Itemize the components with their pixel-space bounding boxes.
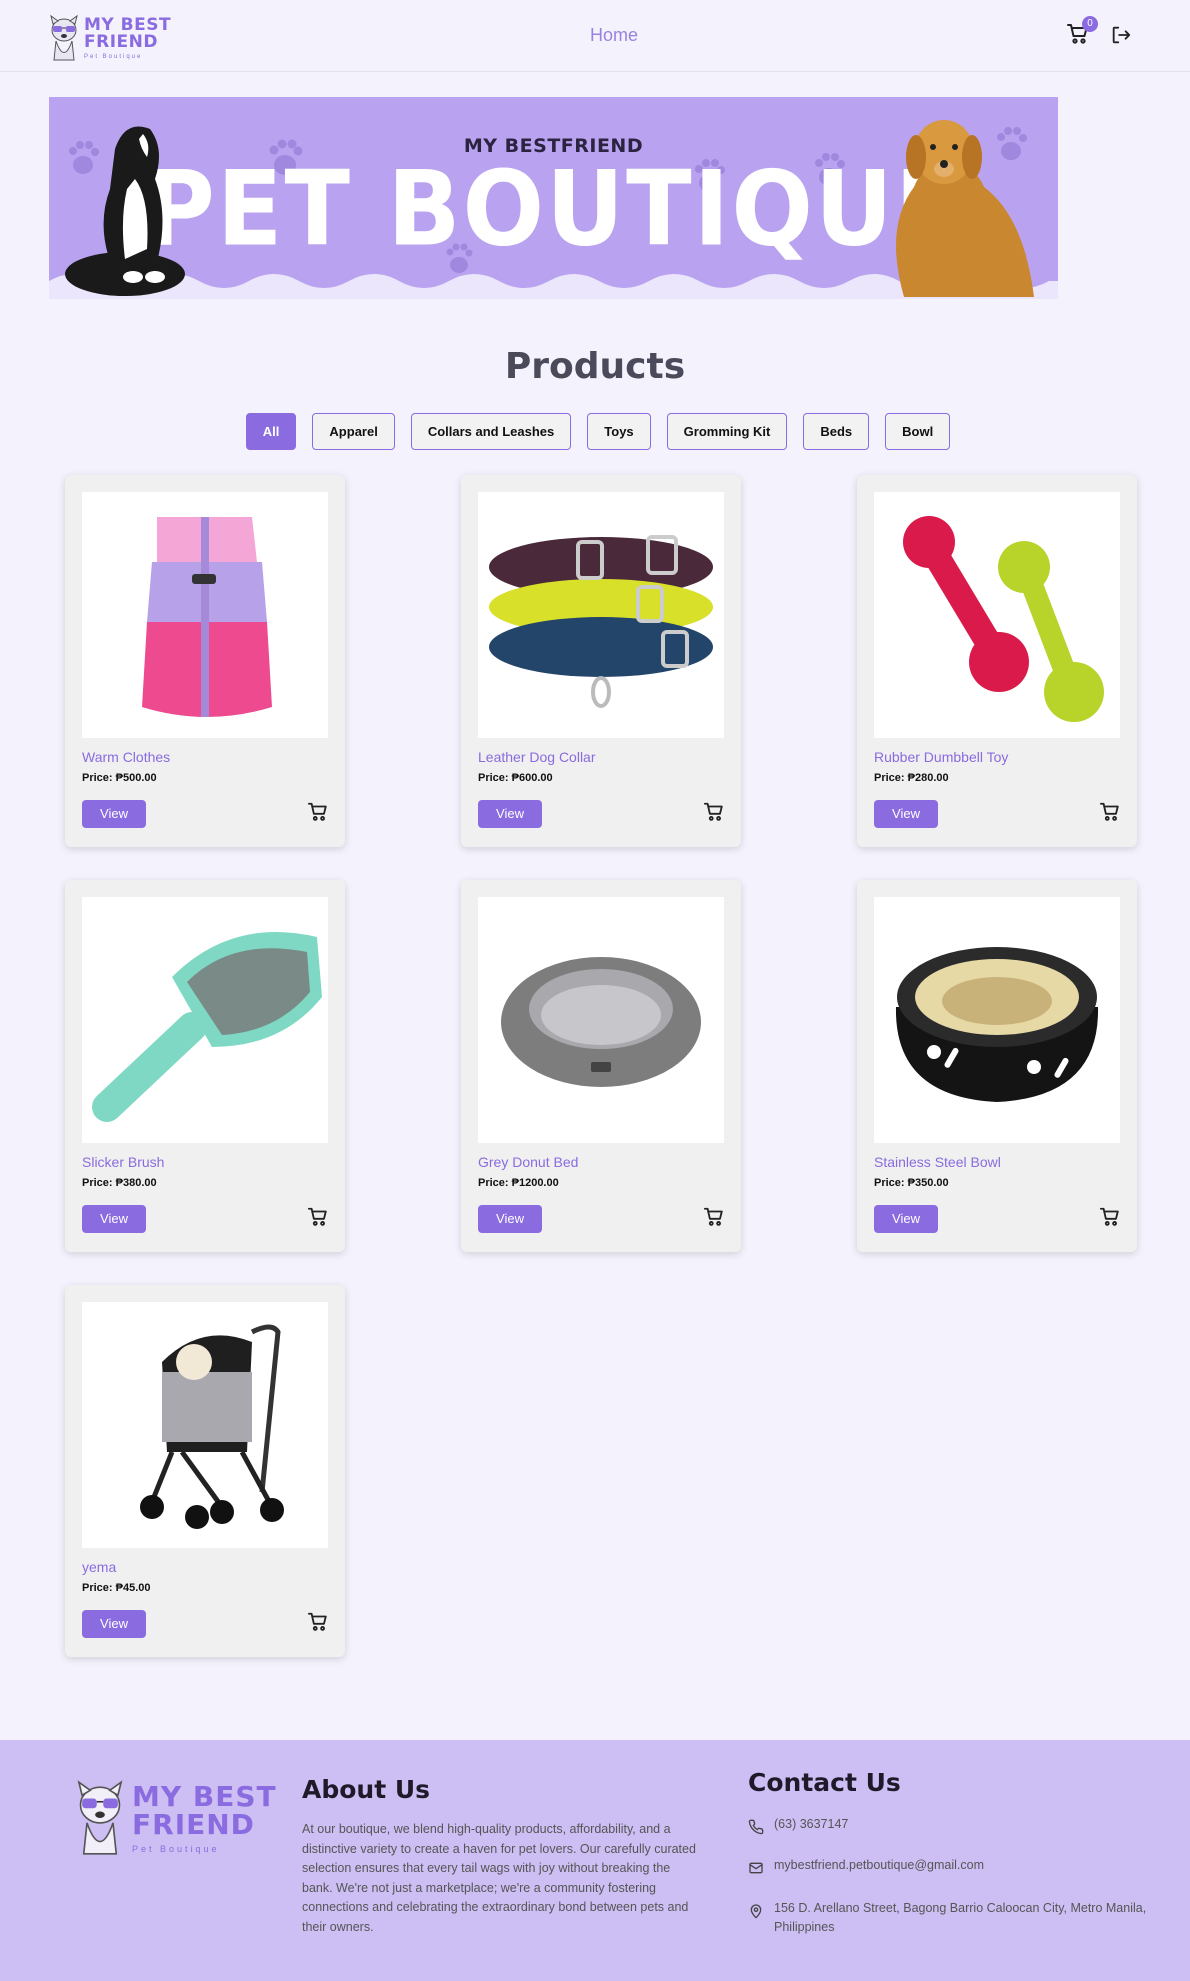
contact-address: 156 D. Arellano Street, Bagong Barrio Ca…: [748, 1899, 1148, 1937]
filter-bowl-button[interactable]: Bowl: [885, 413, 951, 450]
view-product-button[interactable]: View: [82, 1610, 146, 1638]
product-card: Warm Clothes Price: ₱500.00 View: [65, 475, 345, 847]
bulldog-logo-icon: [77, 1780, 123, 1855]
dog-collars-image: [489, 535, 713, 708]
filter-grooming-button[interactable]: Gromming Kit: [666, 413, 788, 450]
brand-line2: FRIEND: [132, 1807, 255, 1841]
product-image-steel-bowl[interactable]: [874, 897, 1120, 1143]
slicker-brush-image: [92, 932, 322, 1122]
add-to-cart-icon[interactable]: [307, 801, 329, 823]
product-price: Price: ₱280.00: [874, 772, 949, 784]
products-heading: Products: [504, 346, 686, 387]
product-name[interactable]: Slicker Brush: [82, 1154, 164, 1170]
filter-all-button[interactable]: All: [245, 413, 297, 450]
site-footer: MY BEST FRIEND Pet Boutique About Us At …: [0, 1740, 1190, 1981]
product-image-leather-collar[interactable]: [478, 492, 724, 738]
contact-phone: (63) 3637147: [748, 1815, 1148, 1835]
product-price: Price: ₱45.00: [82, 1582, 151, 1594]
add-to-cart-icon[interactable]: [307, 1611, 329, 1633]
brand-line3: Pet Boutique: [132, 1843, 220, 1854]
mail-icon: [749, 1862, 763, 1874]
product-image-donut-bed[interactable]: [478, 897, 724, 1143]
location-pin-icon: [750, 1904, 762, 1919]
phone-icon: [748, 1819, 764, 1835]
contact-us-heading: Contact Us: [748, 1768, 901, 1797]
about-us-text: At our boutique, we blend high-quality p…: [302, 1822, 696, 1934]
product-card: Leather Dog Collar Price: ₱600.00 View: [461, 475, 741, 847]
contact-email: mybestfriend.petboutique@gmail.com: [748, 1856, 1148, 1876]
filter-beds-button[interactable]: Beds: [803, 413, 870, 450]
add-to-cart-icon[interactable]: [703, 801, 725, 823]
view-product-button[interactable]: View: [478, 1205, 542, 1233]
product-name[interactable]: Stainless Steel Bowl: [874, 1154, 1001, 1170]
bulldog-logo-icon: [50, 14, 78, 61]
logout-icon[interactable]: [1110, 24, 1132, 46]
category-filter-bar: All Apparel Collars and Leashes Toys Gro…: [0, 413, 1190, 450]
product-price: Price: ₱500.00: [82, 772, 157, 784]
product-card: Slicker Brush Price: ₱380.00 View: [65, 880, 345, 1252]
filter-apparel-button[interactable]: Apparel: [312, 413, 395, 450]
product-image-pet-stroller[interactable]: [82, 1302, 328, 1548]
view-product-button[interactable]: View: [82, 800, 146, 828]
brand-line2: FRIEND: [84, 31, 158, 52]
view-product-button[interactable]: View: [478, 800, 542, 828]
dog-vest-image: [142, 517, 272, 717]
filter-collars-button[interactable]: Collars and Leashes: [410, 413, 572, 450]
product-price: Price: ₱350.00: [874, 1177, 949, 1189]
pet-stroller-image: [140, 1324, 284, 1529]
brand-name: MY BEST FRIEND Pet Boutique: [84, 14, 172, 60]
header-cart-button[interactable]: 0: [1066, 16, 1098, 50]
cart-count-badge: 0: [1082, 16, 1098, 32]
add-to-cart-icon[interactable]: [1099, 1206, 1121, 1228]
product-image-slicker-brush[interactable]: [82, 897, 328, 1143]
view-product-button[interactable]: View: [874, 1205, 938, 1233]
brand-logo[interactable]: MY BEST FRIEND Pet Boutique: [48, 14, 171, 62]
contact-email-text[interactable]: mybestfriend.petboutique@gmail.com: [774, 1856, 984, 1876]
brand-line1: MY BEST: [84, 14, 172, 35]
product-image-dumbbell-toy[interactable]: [874, 492, 1120, 738]
top-navbar: MY BEST FRIEND Pet Boutique Home 0: [0, 0, 1190, 72]
add-to-cart-icon[interactable]: [703, 1206, 725, 1228]
view-product-button[interactable]: View: [82, 1205, 146, 1233]
contact-phone-text: (63) 3637147: [774, 1817, 849, 1831]
product-card: Rubber Dumbbell Toy Price: ₱280.00 View: [857, 475, 1137, 847]
product-name[interactable]: Leather Dog Collar: [478, 749, 596, 765]
brand-line3: Pet Boutique: [84, 53, 143, 60]
add-to-cart-icon[interactable]: [307, 1206, 329, 1228]
nav-home-link[interactable]: Home: [590, 25, 638, 46]
add-to-cart-icon[interactable]: [1099, 801, 1121, 823]
footer-brand-logo: MY BEST FRIEND Pet Boutique: [74, 1778, 277, 1858]
product-card: Stainless Steel Bowl Price: ₱350.00 View: [857, 880, 1137, 1252]
product-card: yema Price: ₱45.00 View: [65, 1285, 345, 1657]
footer-brand-name: MY BEST FRIEND Pet Boutique: [132, 1779, 277, 1854]
golden-retriever-dog-image: [896, 120, 1034, 297]
hero-banner: MY BESTFRIEND PET BOUTIQUE: [49, 97, 1058, 299]
product-price: Price: ₱1200.00: [478, 1177, 559, 1189]
product-price: Price: ₱380.00: [82, 1177, 157, 1189]
product-name[interactable]: Rubber Dumbbell Toy: [874, 749, 1008, 765]
dumbbell-toy-image: [903, 516, 1104, 722]
about-us-heading: About Us: [302, 1775, 431, 1804]
product-card: Grey Donut Bed Price: ₱1200.00 View: [461, 880, 741, 1252]
product-name[interactable]: Warm Clothes: [82, 749, 170, 765]
product-image-warm-clothes[interactable]: [82, 492, 328, 738]
filter-toys-button[interactable]: Toys: [587, 413, 651, 450]
steel-bowl-image: [895, 947, 1099, 1102]
border-collie-dog-image: [65, 126, 185, 296]
product-price: Price: ₱600.00: [478, 772, 553, 784]
donut-bed-image: [501, 957, 701, 1087]
brand-line1: MY BEST: [132, 1779, 277, 1813]
view-product-button[interactable]: View: [874, 800, 938, 828]
product-name[interactable]: Grey Donut Bed: [478, 1154, 578, 1170]
contact-address-text: 156 D. Arellano Street, Bagong Barrio Ca…: [774, 1901, 1147, 1934]
product-name[interactable]: yema: [82, 1559, 116, 1575]
